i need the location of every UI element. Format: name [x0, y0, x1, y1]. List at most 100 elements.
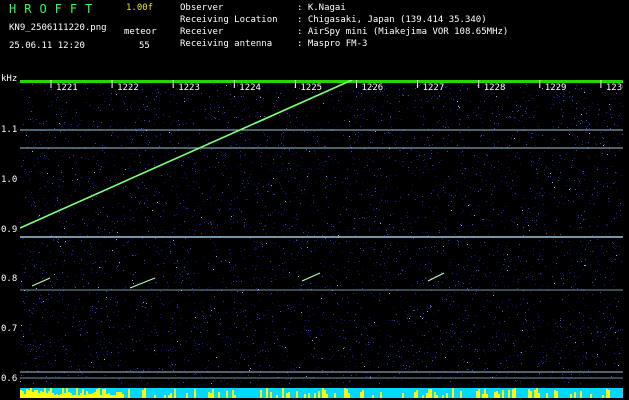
- noise-dot: [343, 330, 344, 331]
- noise-dot: [516, 305, 517, 306]
- noise-dot: [31, 171, 32, 172]
- noise-dot: [188, 360, 189, 361]
- noise-dot: [423, 283, 424, 284]
- noise-dot: [62, 109, 63, 110]
- noise-dot: [159, 100, 160, 101]
- noise-dot: [405, 368, 406, 369]
- noise-dot: [567, 127, 568, 128]
- noise-dot: [157, 293, 158, 294]
- noise-dot: [135, 197, 136, 198]
- noise-dot: [233, 269, 234, 270]
- noise-dot: [49, 90, 50, 91]
- noise-dot: [46, 84, 47, 85]
- noise-dot: [414, 107, 415, 108]
- noise-dot: [310, 336, 311, 337]
- noise-dot: [151, 288, 152, 289]
- noise-dot: [186, 379, 187, 380]
- noise-dot: [464, 178, 465, 179]
- noise-dot: [515, 340, 516, 341]
- noise-dot: [231, 283, 232, 284]
- noise-dot: [469, 344, 470, 345]
- noise-dot: [294, 369, 295, 370]
- noise-dot: [595, 279, 596, 280]
- noise-dot: [103, 94, 104, 95]
- noise-dot: [272, 269, 273, 270]
- noise-dot: [493, 255, 494, 256]
- noise-dot: [350, 349, 351, 350]
- noise-dot: [422, 201, 423, 202]
- noise-dot: [522, 213, 523, 214]
- noise-dot: [121, 344, 122, 345]
- noise-dot: [42, 273, 43, 274]
- noise-dot: [560, 326, 561, 327]
- noise-dot: [21, 281, 22, 282]
- noise-dot: [322, 358, 323, 359]
- noise-dot: [109, 104, 110, 105]
- noise-dot: [151, 348, 152, 349]
- noise-dot: [417, 195, 418, 196]
- noise-dot: [546, 233, 547, 234]
- noise-dot: [446, 340, 447, 341]
- noise-dot: [506, 246, 507, 247]
- noise-dot: [316, 240, 317, 241]
- noise-dot: [492, 113, 493, 114]
- noise-dot: [420, 316, 421, 317]
- noise-dot: [147, 314, 148, 315]
- noise-dot: [534, 111, 535, 112]
- noise-dot: [21, 369, 22, 370]
- noise-dot: [261, 106, 262, 107]
- noise-dot: [294, 153, 295, 154]
- noise-dot: [378, 375, 379, 376]
- noise-dot: [471, 214, 472, 215]
- noise-dot: [144, 120, 145, 121]
- noise-dot: [256, 319, 257, 320]
- noise-dot: [59, 301, 60, 302]
- noise-dot: [42, 317, 43, 318]
- noise-dot: [170, 242, 171, 243]
- noise-dot: [480, 141, 481, 142]
- noise-dot: [192, 159, 193, 160]
- noise-dot: [113, 155, 114, 156]
- noise-dot: [313, 200, 314, 201]
- noise-dot: [313, 356, 314, 357]
- noise-dot: [220, 375, 221, 376]
- noise-dot: [431, 306, 432, 307]
- noise-dot: [151, 86, 152, 87]
- noise-dot: [380, 168, 381, 169]
- noise-dot: [217, 225, 218, 226]
- noise-dot: [262, 246, 263, 247]
- noise-dot: [527, 332, 528, 333]
- noise-dot: [487, 133, 488, 134]
- noise-dot: [346, 277, 347, 278]
- noise-dot: [178, 162, 179, 163]
- noise-dot: [597, 356, 598, 357]
- noise-dot: [37, 217, 38, 218]
- noise-dot: [473, 112, 474, 113]
- noise-dot: [21, 166, 22, 167]
- noise-dot: [93, 185, 94, 186]
- noise-dot: [471, 275, 472, 276]
- noise-dot: [474, 155, 475, 156]
- noise-dot: [523, 198, 524, 199]
- noise-dot: [530, 212, 531, 213]
- noise-dot: [559, 96, 560, 97]
- noise-dot: [401, 132, 402, 133]
- noise-dot: [526, 108, 527, 109]
- noise-dot: [367, 335, 368, 336]
- noise-dot: [578, 101, 579, 102]
- noise-dot: [223, 107, 224, 108]
- noise-dot: [248, 375, 249, 376]
- noise-dot: [226, 94, 227, 95]
- noise-dot: [185, 207, 186, 208]
- noise-dot: [305, 320, 306, 321]
- noise-dot: [565, 338, 566, 339]
- noise-dot: [111, 178, 112, 179]
- noise-dot: [514, 171, 515, 172]
- noise-dot: [585, 265, 586, 266]
- noise-dot: [302, 262, 303, 263]
- noise-dot: [138, 118, 139, 119]
- noise-dot: [516, 185, 517, 186]
- noise-dot: [157, 296, 158, 297]
- noise-dot: [397, 321, 398, 322]
- noise-dot: [603, 185, 604, 186]
